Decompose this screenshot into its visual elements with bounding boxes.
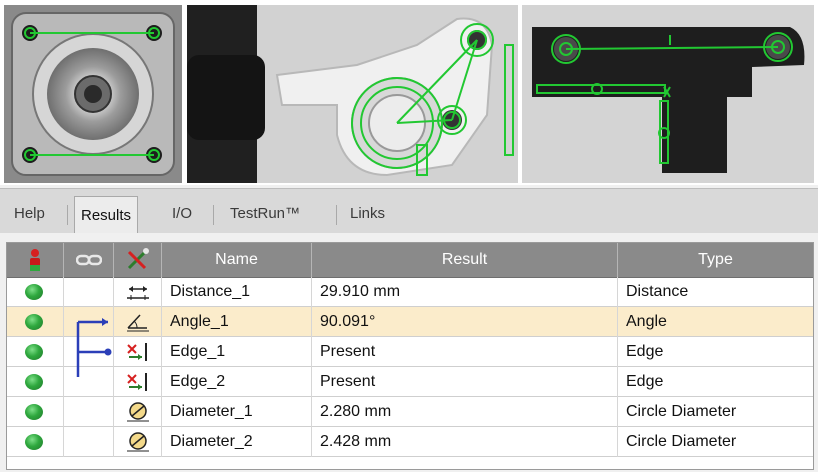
tab-io[interactable]: I/O bbox=[166, 200, 198, 230]
camera-views bbox=[0, 0, 818, 185]
name-cell: Edge_2 bbox=[162, 367, 312, 397]
tool-icon-cell bbox=[114, 427, 162, 457]
link-cell bbox=[64, 397, 114, 427]
result-cell: 2.280 mm bbox=[312, 397, 618, 427]
tool-icon-cell bbox=[114, 337, 162, 367]
type-cell: Angle bbox=[626, 313, 667, 330]
tab-separator bbox=[213, 205, 214, 225]
tool-column-header[interactable] bbox=[114, 243, 162, 277]
type-cell: Circle Diameter bbox=[626, 403, 737, 420]
tool-icon-cell bbox=[114, 367, 162, 397]
status-cell bbox=[7, 397, 64, 427]
diameter-icon bbox=[127, 402, 149, 422]
distance-icon bbox=[127, 286, 149, 300]
link-cell bbox=[64, 337, 114, 367]
results-table: Name Result Type Distance_1 29.910 mm Di… bbox=[6, 242, 814, 470]
link-cell bbox=[64, 427, 114, 457]
type-cell: Distance bbox=[626, 283, 689, 300]
tool-icon-cell bbox=[114, 397, 162, 427]
edge-icon bbox=[127, 343, 147, 361]
status-cell bbox=[7, 307, 64, 337]
link-cell bbox=[64, 307, 114, 337]
tab-bar: Help Results I/O TestRun™ Links bbox=[0, 188, 818, 233]
link-cell bbox=[64, 367, 114, 397]
link-icon bbox=[75, 254, 102, 266]
tab-separator bbox=[67, 205, 68, 225]
tab-separator bbox=[336, 205, 337, 225]
tab-testrun[interactable]: TestRun™ bbox=[224, 200, 306, 230]
result-cell: 90.091° bbox=[312, 307, 618, 337]
tab-links[interactable]: Links bbox=[344, 200, 391, 230]
tab-results[interactable]: Results bbox=[74, 196, 139, 233]
tool-icon-cell bbox=[114, 307, 162, 337]
result-cell: 2.428 mm bbox=[312, 427, 618, 457]
name-cell: Edge_1 bbox=[162, 337, 312, 367]
name-column-header[interactable]: Name bbox=[162, 243, 312, 277]
table-row[interactable]: Distance_1 29.910 mm Distance bbox=[7, 277, 813, 307]
result-column-header[interactable]: Result bbox=[312, 243, 618, 277]
type-cell: Edge bbox=[626, 373, 664, 390]
t-plate-camera-view[interactable] bbox=[522, 5, 814, 183]
status-icon bbox=[30, 249, 40, 271]
result-cell: Present bbox=[312, 367, 618, 397]
type-column-header[interactable]: Type bbox=[618, 243, 813, 277]
result-cell: Present bbox=[312, 337, 618, 367]
bracket-part-camera-view[interactable] bbox=[187, 5, 518, 183]
tool-icon-cell bbox=[114, 277, 162, 307]
name-cell: Diameter_1 bbox=[162, 397, 312, 427]
tools-icon bbox=[127, 248, 149, 270]
pass-status-light bbox=[25, 314, 43, 330]
result-cell: 29.910 mm bbox=[312, 277, 618, 307]
table-header: Name Result Type bbox=[7, 243, 813, 278]
pass-status-light bbox=[25, 284, 43, 300]
table-row[interactable]: Edge_2 Present Edge bbox=[7, 367, 813, 397]
name-cell: Diameter_2 bbox=[162, 427, 312, 457]
status-cell bbox=[7, 277, 64, 307]
tab-help[interactable]: Help bbox=[8, 200, 51, 230]
table-row[interactable]: Edge_1 Present Edge bbox=[7, 337, 813, 367]
table-row[interactable]: Diameter_2 2.428 mm Circle Diameter bbox=[7, 427, 813, 457]
edge-icon bbox=[127, 373, 147, 391]
pass-status-light bbox=[25, 374, 43, 390]
name-cell: Angle_1 bbox=[162, 307, 312, 337]
stepper-motor-camera-view[interactable] bbox=[4, 5, 182, 183]
status-column-header[interactable] bbox=[7, 243, 64, 277]
pass-status-light bbox=[25, 404, 43, 420]
status-cell bbox=[7, 427, 64, 457]
angle-icon bbox=[127, 314, 149, 332]
table-row[interactable]: Diameter_1 2.280 mm Circle Diameter bbox=[7, 397, 813, 427]
pass-status-light bbox=[25, 434, 43, 450]
status-cell bbox=[7, 367, 64, 397]
name-cell: Distance_1 bbox=[162, 277, 312, 307]
status-cell bbox=[7, 337, 64, 367]
link-cell bbox=[64, 277, 114, 307]
diameter-icon bbox=[127, 432, 149, 452]
link-column-header[interactable] bbox=[64, 243, 114, 277]
pass-status-light bbox=[25, 344, 43, 360]
type-cell: Edge bbox=[626, 343, 664, 360]
type-cell: Circle Diameter bbox=[626, 433, 737, 450]
table-row[interactable]: Angle_1 90.091° Angle bbox=[7, 307, 813, 337]
